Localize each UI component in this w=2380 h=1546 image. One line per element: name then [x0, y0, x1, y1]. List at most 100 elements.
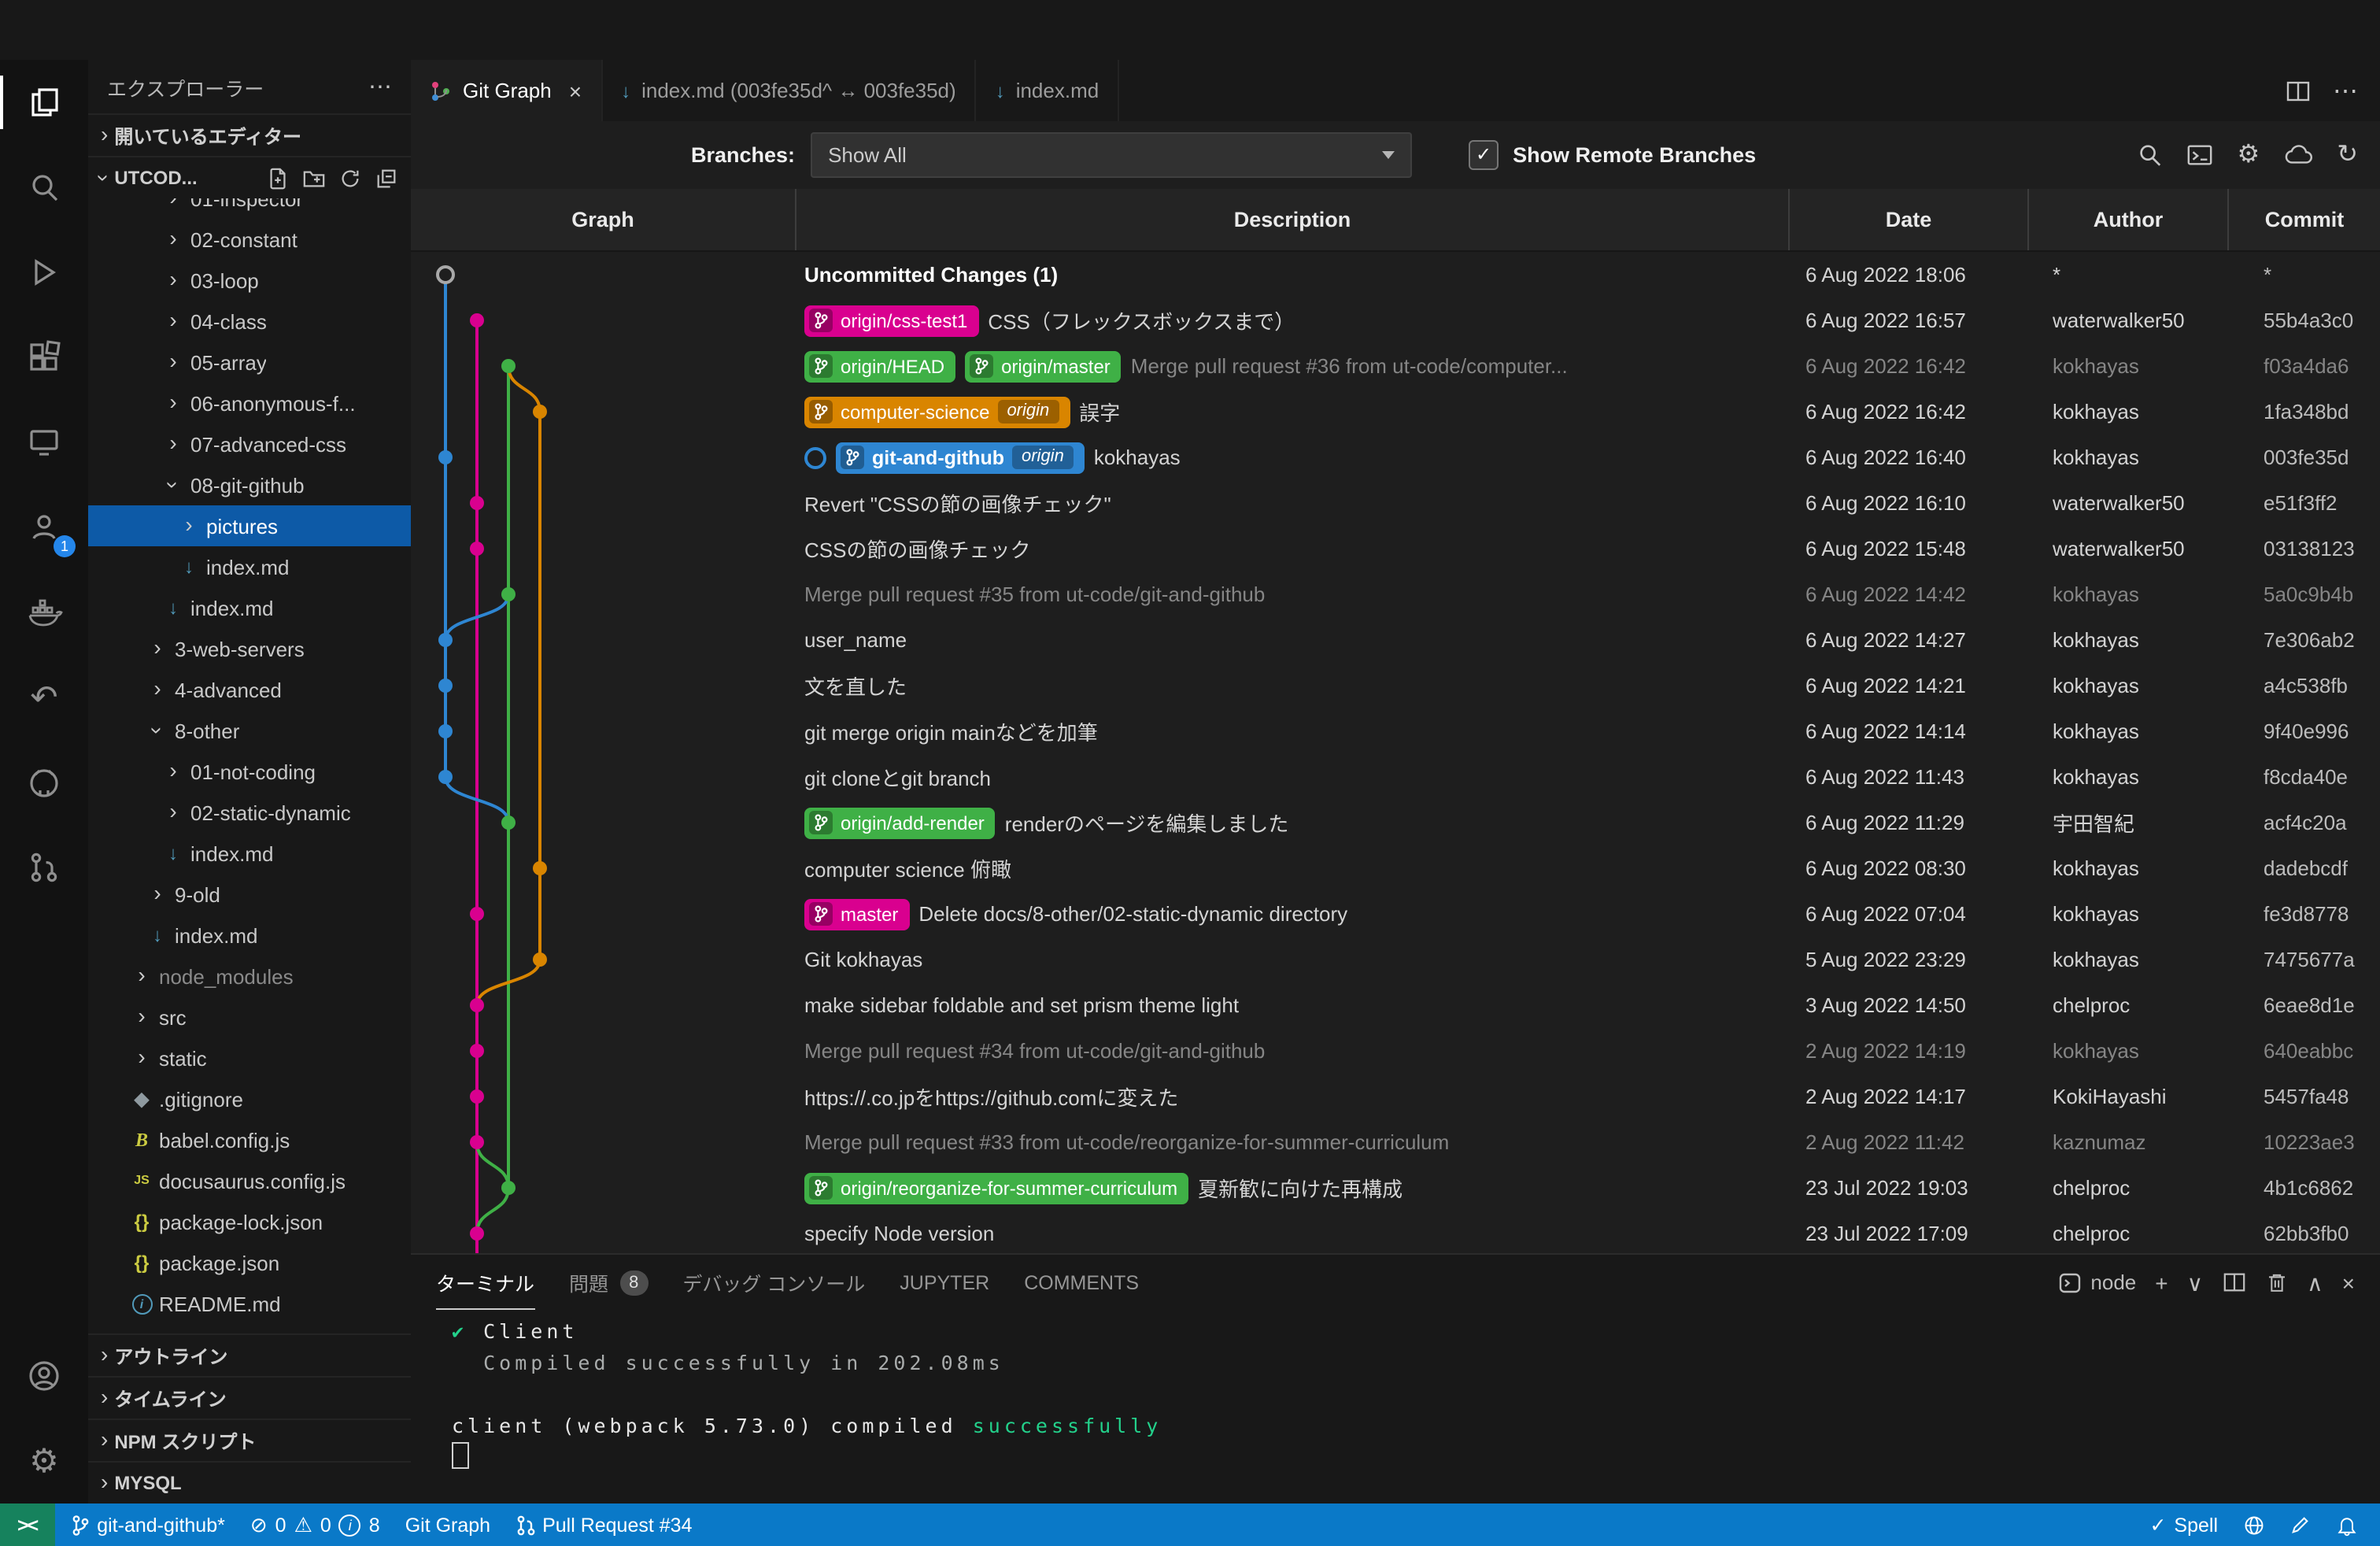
- problems-status[interactable]: ⊘0 ⚠0 i8: [250, 1514, 380, 1536]
- maximize-panel-icon[interactable]: ∧: [2307, 1271, 2323, 1293]
- extensions-icon[interactable]: [0, 315, 88, 400]
- search-icon[interactable]: [0, 145, 88, 230]
- tree-item-index-md[interactable]: ↓index.md: [88, 546, 411, 587]
- tree-item-02-static-dynamic[interactable]: ›02-static-dynamic: [88, 792, 411, 833]
- commit-row[interactable]: Git kokhayas5 Aug 2022 23:29kokhayas7475…: [411, 937, 2380, 982]
- new-terminal-icon[interactable]: +: [2155, 1271, 2168, 1293]
- branch-badge[interactable]: origin/reorganize-for-summer-curriculum: [804, 1172, 1188, 1204]
- profile-icon[interactable]: [0, 1333, 88, 1418]
- git-branch-status[interactable]: git-and-github*: [70, 1514, 225, 1536]
- refresh-explorer-icon[interactable]: [338, 166, 362, 190]
- tree-item-gitignore[interactable]: ◆.gitignore: [88, 1078, 411, 1119]
- commit-row[interactable]: 文を直した6 Aug 2022 14:21kokhayasa4c538fb: [411, 663, 2380, 708]
- tree-item-docusaurus-config-js[interactable]: JSdocusaurus.config.js: [88, 1160, 411, 1201]
- split-terminal-icon[interactable]: [2222, 1270, 2245, 1294]
- close-panel-icon[interactable]: ×: [2342, 1271, 2355, 1293]
- outline-section[interactable]: ›アウトライン: [88, 1333, 411, 1376]
- branch-badge[interactable]: origin/css-test1: [804, 305, 978, 336]
- tree-item-4-advanced[interactable]: ›4-advanced: [88, 669, 411, 710]
- commit-row[interactable]: git cloneとgit branch6 Aug 2022 11:43kokh…: [411, 754, 2380, 800]
- close-icon[interactable]: ×: [569, 78, 582, 103]
- tree-item-07-advanced-css[interactable]: ›07-advanced-css: [88, 423, 411, 464]
- mysql-section[interactable]: ›MYSQL: [88, 1461, 411, 1503]
- column-graph[interactable]: Graph: [411, 189, 796, 250]
- new-folder-icon[interactable]: [302, 166, 326, 190]
- commit-row[interactable]: computer-scienceorigin誤字6 Aug 2022 16:42…: [411, 389, 2380, 435]
- tree-item-06-anonymous-f[interactable]: ›06-anonymous-f...: [88, 383, 411, 423]
- column-commit[interactable]: Commit: [2229, 189, 2380, 250]
- commit-row[interactable]: Merge pull request #35 from ut-code/git-…: [411, 571, 2380, 617]
- search-icon[interactable]: [2137, 142, 2164, 168]
- branch-badge[interactable]: origin/add-render: [804, 807, 996, 838]
- tree-item-01-not-coding[interactable]: ›01-not-coding: [88, 751, 411, 792]
- tree-item-02-constant[interactable]: ›02-constant: [88, 219, 411, 260]
- tree-item-pictures[interactable]: ›pictures: [88, 505, 411, 546]
- tree-item-index-md[interactable]: ↓index.md: [88, 833, 411, 874]
- commit-row[interactable]: Merge pull request #33 from ut-code/reor…: [411, 1119, 2380, 1165]
- tree-item-05-array[interactable]: ›05-array: [88, 342, 411, 383]
- remote-indicator[interactable]: ><: [0, 1503, 54, 1546]
- commit-row[interactable]: computer science 俯瞰6 Aug 2022 08:30kokha…: [411, 845, 2380, 891]
- edit-icon[interactable]: [2290, 1515, 2311, 1535]
- panel-tab-jupyter[interactable]: JUPYTER: [900, 1255, 989, 1310]
- terminal-dropdown-icon[interactable]: ∨: [2187, 1271, 2204, 1293]
- panel-tab-comments[interactable]: COMMENTS: [1024, 1255, 1139, 1310]
- terminal-output[interactable]: ✔ Client Compiled successfully in 202.08…: [411, 1310, 2380, 1503]
- commit-row[interactable]: masterDelete docs/8-other/02-static-dyna…: [411, 891, 2380, 937]
- timeline-section[interactable]: ›タイムライン: [88, 1376, 411, 1418]
- bell-icon[interactable]: [2336, 1514, 2358, 1536]
- commit-row[interactable]: CSSの節の画像チェック6 Aug 2022 15:48waterwalker5…: [411, 526, 2380, 571]
- tree-item-src[interactable]: ›src: [88, 997, 411, 1037]
- column-author[interactable]: Author: [2029, 189, 2229, 250]
- docker-icon[interactable]: [0, 570, 88, 655]
- tree-item-08-git-github[interactable]: ›08-git-github: [88, 464, 411, 505]
- sidebar-more-icon[interactable]: ⋯: [368, 72, 392, 101]
- commit-row[interactable]: origin/css-test1CSS（フレックスボックスまで）6 Aug 20…: [411, 298, 2380, 343]
- tab-index-md-003fe35d-003fe35d[interactable]: ↓index.md (003fe35d^ ↔ 003fe35d): [602, 60, 977, 121]
- commit-row[interactable]: origin/reorganize-for-summer-curriculum夏…: [411, 1165, 2380, 1211]
- open-editors-section[interactable]: › 開いているエディター: [88, 113, 411, 156]
- commit-row[interactable]: user_name6 Aug 2022 14:27kokhayas7e306ab…: [411, 617, 2380, 663]
- tree-item-index-md[interactable]: ↓index.md: [88, 915, 411, 956]
- split-editor-icon[interactable]: [2286, 78, 2311, 103]
- npm-scripts-section[interactable]: ›NPM スクリプト: [88, 1418, 411, 1461]
- panel-tab-item[interactable]: デバッグ コンソール: [682, 1255, 865, 1310]
- run-debug-icon[interactable]: [0, 230, 88, 315]
- globe-icon[interactable]: [2243, 1514, 2265, 1536]
- cloud-download-icon[interactable]: [2283, 142, 2313, 168]
- tree-item-3-web-servers[interactable]: ›3-web-servers: [88, 628, 411, 669]
- branch-badge[interactable]: origin/HEAD: [804, 350, 955, 382]
- tree-item-04-class[interactable]: ›04-class: [88, 301, 411, 342]
- tree-item-index-md[interactable]: ↓index.md: [88, 587, 411, 628]
- tab-git-graph[interactable]: Git Graph×: [411, 60, 602, 121]
- explorer-icon[interactable]: [0, 60, 88, 145]
- tree-item-readme-md[interactable]: iREADME.md: [88, 1283, 411, 1324]
- tree-item-static[interactable]: ›static: [88, 1037, 411, 1078]
- branch-badge[interactable]: origin/master: [965, 350, 1122, 382]
- commit-row[interactable]: Revert "CSSの節の画像チェック"6 Aug 2022 16:10wat…: [411, 480, 2380, 526]
- tree-item-8-other[interactable]: ›8-other: [88, 710, 411, 751]
- tree-item-01-inspector[interactable]: ›01-inspector: [88, 198, 411, 219]
- column-description[interactable]: Description: [796, 189, 1790, 250]
- panel-tab-item[interactable]: 問題8: [569, 1255, 648, 1310]
- settings-gear-icon[interactable]: ⚙: [0, 1418, 88, 1503]
- collapse-folders-icon[interactable]: [375, 166, 398, 190]
- commit-row[interactable]: Uncommitted Changes (1)6 Aug 2022 18:06*…: [411, 252, 2380, 298]
- commit-row[interactable]: https://.co.jpをhttps://github.comに変えた2 A…: [411, 1074, 2380, 1119]
- branch-badge[interactable]: computer-scienceorigin: [804, 396, 1070, 427]
- branch-badge[interactable]: master: [804, 898, 909, 930]
- commit-row[interactable]: make sidebar foldable and set prism them…: [411, 982, 2380, 1028]
- kill-terminal-icon[interactable]: [2264, 1270, 2288, 1294]
- branches-dropdown[interactable]: Show All: [811, 132, 1412, 178]
- tree-item-package-lock-json[interactable]: {}package-lock.json: [88, 1201, 411, 1242]
- shell-selector[interactable]: node: [2059, 1270, 2136, 1294]
- tree-item-package-json[interactable]: {}package.json: [88, 1242, 411, 1283]
- terminal-icon[interactable]: [2187, 142, 2214, 168]
- tree-item-node-modules[interactable]: ›node_modules: [88, 956, 411, 997]
- branch-badge[interactable]: git-and-githuborigin: [836, 442, 1085, 473]
- panel-tab-item[interactable]: ターミナル: [436, 1255, 534, 1310]
- tree-item-03-loop[interactable]: ›03-loop: [88, 260, 411, 301]
- remote-explorer-icon[interactable]: [0, 400, 88, 485]
- commit-row[interactable]: git-and-githuboriginkokhayas6 Aug 2022 1…: [411, 435, 2380, 480]
- commit-row[interactable]: Merge pull request #34 from ut-code/git-…: [411, 1028, 2380, 1074]
